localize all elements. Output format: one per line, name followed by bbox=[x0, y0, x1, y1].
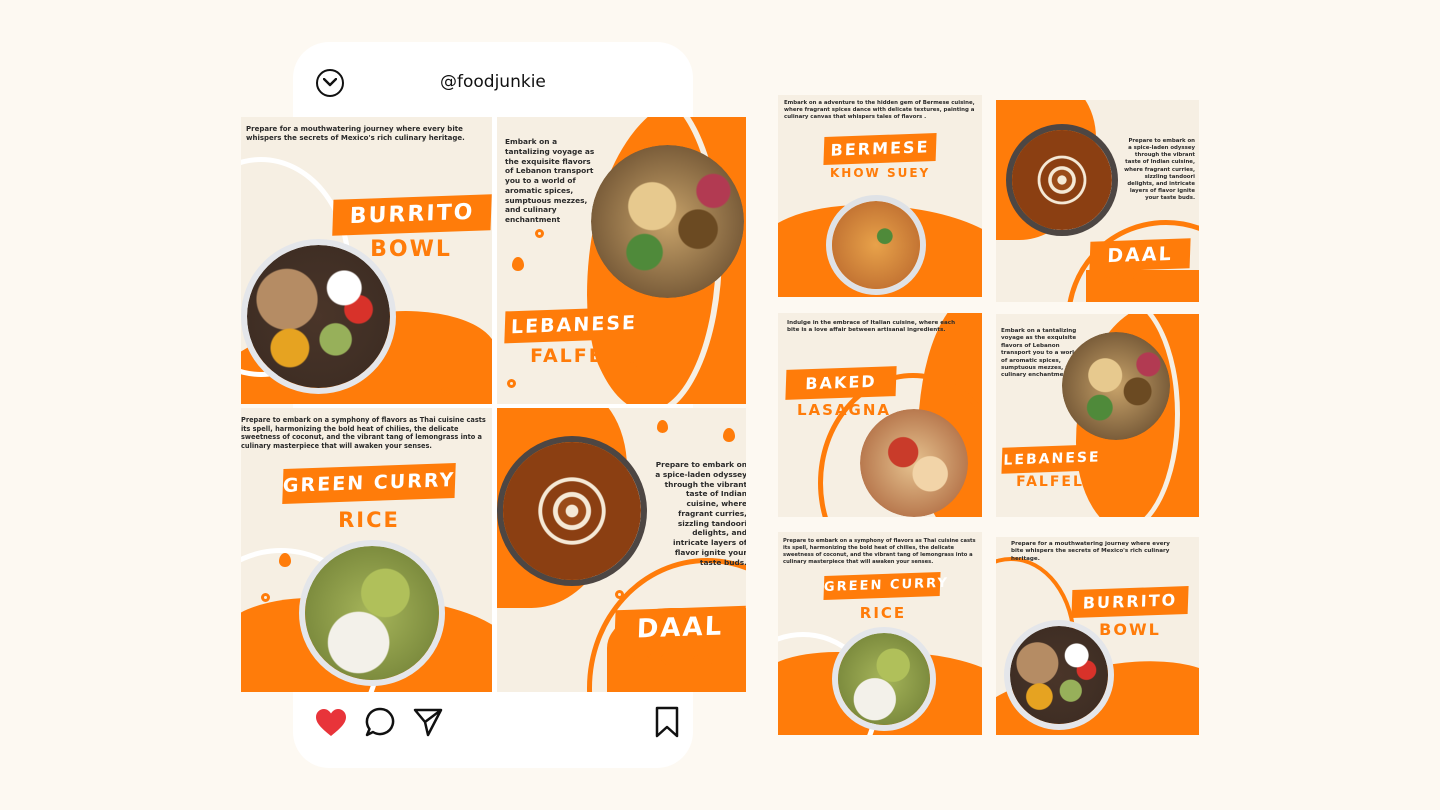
post-subtitle: LASAGNA bbox=[796, 401, 892, 419]
food-photo bbox=[241, 239, 396, 394]
food-photo bbox=[1004, 620, 1114, 730]
food-photo bbox=[1062, 332, 1170, 440]
post-caption: Prepare to embark on a symphony of flavo… bbox=[783, 538, 976, 565]
post-title: LEBANESE bbox=[504, 306, 644, 344]
post-green-curry-rice[interactable]: Prepare to embark on a symphony of flavo… bbox=[241, 408, 492, 692]
grid-post-daal-makhani[interactable]: Prepare to embark on a spice-laden odyss… bbox=[996, 100, 1199, 302]
post-title: BURRITO bbox=[332, 194, 492, 236]
grid-post-green-curry-rice[interactable]: Prepare to embark on a symphony of flavo… bbox=[778, 532, 982, 735]
comment-icon[interactable] bbox=[365, 707, 395, 737]
chevron-down-icon[interactable] bbox=[316, 69, 344, 97]
profile-handle[interactable]: @foodjunkie bbox=[440, 72, 546, 92]
post-caption: Prepare to embark on a spice-laden odyss… bbox=[655, 460, 746, 567]
post-caption: Embark on a tantalizing voyage as the ex… bbox=[505, 137, 595, 225]
post-title: GREEN CURRY bbox=[823, 571, 949, 601]
post-title: GREEN CURRY bbox=[282, 463, 456, 504]
post-caption: Prepare to embark on a symphony of flavo… bbox=[241, 416, 486, 451]
food-photo bbox=[860, 409, 968, 517]
post-title: LEBANESE bbox=[1001, 444, 1103, 474]
post-actions bbox=[293, 702, 693, 752]
grid-post-burrito-bowl[interactable]: Prepare for a mouthwatering journey wher… bbox=[996, 537, 1199, 735]
food-photo bbox=[299, 540, 445, 686]
send-icon[interactable] bbox=[413, 707, 443, 737]
food-photo bbox=[832, 627, 936, 731]
post-caption: Indulge in the embrace of Italian cuisin… bbox=[787, 320, 956, 334]
post-title: BAKED bbox=[785, 366, 897, 400]
post-subtitle: BOWL bbox=[1099, 620, 1161, 639]
post-subtitle: RICE bbox=[338, 508, 400, 532]
post-subtitle: FALFEL bbox=[1016, 474, 1084, 490]
post-title: BERMESE bbox=[823, 133, 937, 165]
post-title: BURRITO bbox=[1071, 585, 1189, 619]
bookmark-icon[interactable] bbox=[655, 706, 679, 738]
post-caption: Prepare for a mouthwatering journey wher… bbox=[1011, 541, 1170, 562]
grid-post-bermese-khow-suey[interactable]: Embark on a adventure to the hidden gem … bbox=[778, 95, 982, 297]
post-header: @foodjunkie bbox=[293, 42, 693, 122]
grid-post-lebanese-falfel[interactable]: Embark on a tantalizing voyage as the ex… bbox=[996, 314, 1199, 517]
food-photo bbox=[826, 195, 926, 295]
food-photo bbox=[497, 436, 647, 586]
post-subtitle: KHOW SUEY bbox=[830, 166, 931, 180]
food-photo bbox=[1006, 124, 1118, 236]
post-lebanese-falfel[interactable]: Embark on a tantalizing voyage as the ex… bbox=[497, 117, 746, 404]
mockup-stage: @foodjunkie Prepare for a mouthwatering … bbox=[0, 0, 1440, 810]
post-subtitle: FALFEL bbox=[530, 345, 618, 367]
post-title: DAAL bbox=[1089, 238, 1191, 272]
post-subtitle: RICE bbox=[859, 604, 907, 622]
post-burrito-bowl[interactable]: Prepare for a mouthwatering journey wher… bbox=[241, 117, 492, 404]
post-title: DAAL bbox=[614, 605, 746, 651]
post-daal-makhani[interactable]: Prepare to embark on a spice-laden odyss… bbox=[497, 408, 746, 692]
food-photo bbox=[591, 145, 744, 298]
post-caption: Embark on a adventure to the hidden gem … bbox=[784, 100, 975, 121]
post-caption: Prepare for a mouthwatering journey wher… bbox=[246, 125, 465, 143]
grid-post-baked-lasagna[interactable]: Indulge in the embrace of Italian cuisin… bbox=[778, 313, 982, 517]
heart-icon[interactable] bbox=[315, 708, 347, 738]
post-subtitle: MAKHANI bbox=[1100, 272, 1184, 287]
post-caption: Prepare to embark on a spice-laden odyss… bbox=[1124, 138, 1195, 201]
post-subtitle: MAKHANI bbox=[622, 650, 728, 670]
